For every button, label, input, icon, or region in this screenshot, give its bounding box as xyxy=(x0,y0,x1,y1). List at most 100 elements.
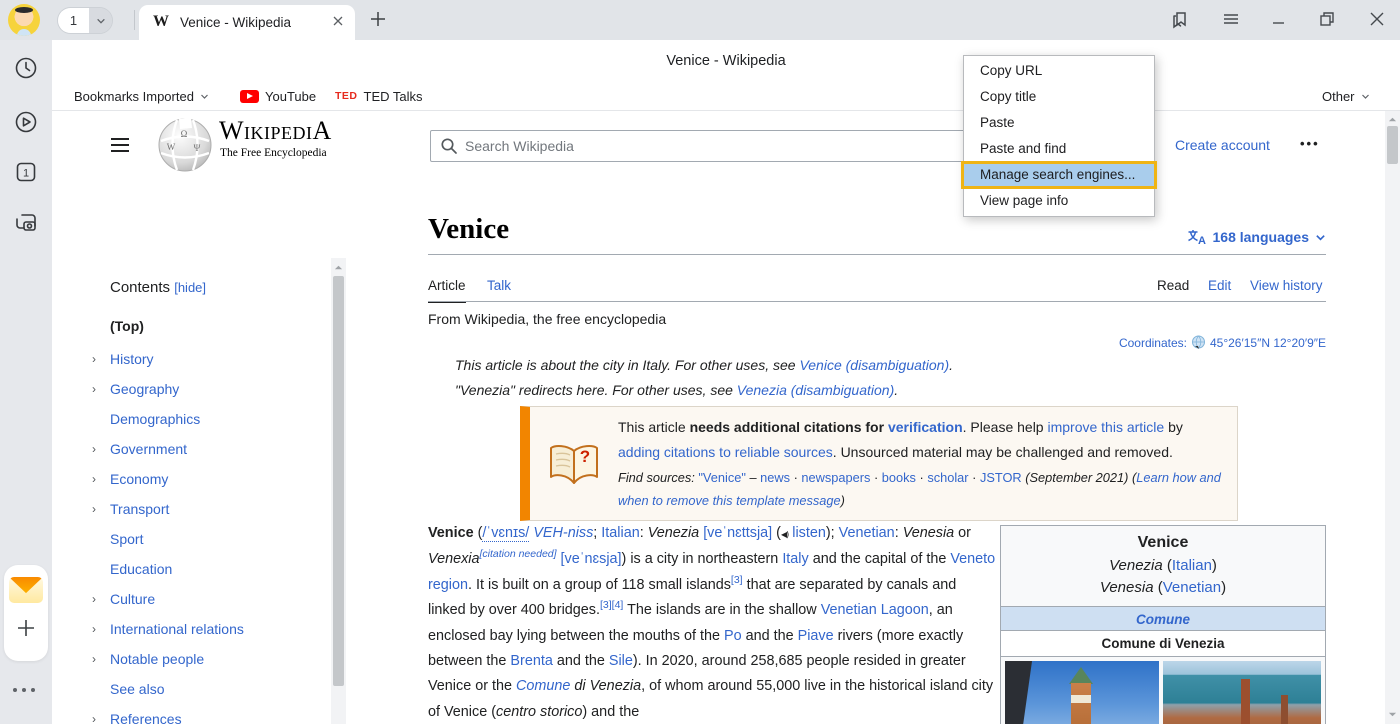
sidebar-more-icon[interactable] xyxy=(13,688,35,692)
link[interactable]: JSTOR xyxy=(980,470,1022,485)
link[interactable]: Italian xyxy=(1172,557,1212,574)
toc-item-transport[interactable]: ›Transport xyxy=(92,494,328,524)
toc-item-economy[interactable]: ›Economy xyxy=(92,464,328,494)
link[interactable]: /ˈvɛnɪs/ xyxy=(482,525,529,542)
bookmark-ted-talks[interactable]: TED TED Talks xyxy=(335,82,423,110)
link[interactable]: Comune xyxy=(516,678,570,694)
link[interactable]: newspapers xyxy=(801,470,870,485)
link[interactable]: books xyxy=(882,470,916,485)
menu-item-manage-search-engines[interactable]: Manage search engines... xyxy=(964,162,1154,188)
toc-item-sport[interactable]: Sport xyxy=(92,524,328,554)
wikipedia-wordmark[interactable]: WikipediA xyxy=(219,118,332,144)
languages-button[interactable]: A 168 languages xyxy=(1092,229,1326,245)
menu-item-paste[interactable]: Paste xyxy=(964,110,1154,136)
link[interactable]: Comune xyxy=(1136,612,1190,627)
chevron-right-icon[interactable]: › xyxy=(92,614,106,644)
link[interactable]: Piave xyxy=(798,628,834,644)
scroll-up-arrow[interactable] xyxy=(1388,115,1397,124)
toc-item-international-relations[interactable]: ›International relations xyxy=(92,614,328,644)
toc-item-culture[interactable]: ›Culture xyxy=(92,584,328,614)
scrollbar-thumb[interactable] xyxy=(1387,126,1398,164)
scroll-up-arrow[interactable] xyxy=(334,263,343,272)
tab-edit[interactable]: Edit xyxy=(1208,278,1231,293)
chevron-right-icon[interactable]: › xyxy=(92,644,106,674)
chevron-right-icon[interactable]: › xyxy=(92,584,106,614)
photo-campanile[interactable] xyxy=(1005,661,1159,724)
chevron-down-icon[interactable] xyxy=(89,8,112,33)
toc-hide-link[interactable]: [hide] xyxy=(174,280,206,295)
toc-item-education[interactable]: Education xyxy=(92,554,328,584)
toc-item-references[interactable]: ›References xyxy=(92,704,328,724)
link[interactable]: VEH-niss xyxy=(533,525,593,541)
link[interactable]: improve this article xyxy=(1047,419,1164,435)
link[interactable]: [veˈnɛttsja] xyxy=(703,525,772,541)
chevron-right-icon[interactable]: › xyxy=(92,464,106,494)
tab-read[interactable]: Read xyxy=(1157,278,1189,293)
link[interactable]: [veˈnɛsja] xyxy=(561,551,622,567)
history-clock-icon[interactable] xyxy=(13,55,39,81)
link[interactable]: Venetian Lagoon xyxy=(821,602,929,618)
link[interactable]: Venezia (disambiguation) xyxy=(737,382,894,398)
mail-app-icon[interactable] xyxy=(9,577,43,603)
collections-icon[interactable] xyxy=(1170,10,1190,30)
toc-item-see-also[interactable]: See also xyxy=(92,674,328,704)
create-account-link[interactable]: Create account xyxy=(1175,137,1270,153)
link[interactable]: [3] xyxy=(731,574,743,586)
toc-item-government[interactable]: ›Government xyxy=(92,434,328,464)
chevron-right-icon[interactable]: › xyxy=(92,344,106,374)
link[interactable]: [3][4] xyxy=(600,599,623,611)
bookmarks-folder[interactable]: Bookmarks Imported xyxy=(74,82,209,110)
scrollbar-thumb[interactable] xyxy=(333,276,344,686)
chevron-right-icon[interactable]: › xyxy=(92,704,106,724)
bookmarks-other-folder[interactable]: Other xyxy=(1322,82,1370,110)
tab-talk[interactable]: Talk xyxy=(487,278,511,293)
chevron-right-icon[interactable]: › xyxy=(92,494,106,524)
toc-item-history[interactable]: ›History xyxy=(92,344,328,374)
header-more-menu[interactable]: ••• xyxy=(1300,136,1320,151)
toc-item-notable-people[interactable]: ›Notable people xyxy=(92,644,328,674)
link[interactable]: verification xyxy=(888,419,963,435)
link[interactable]: Venetian xyxy=(839,525,895,541)
menu-icon[interactable] xyxy=(1222,10,1240,28)
profile-avatar[interactable] xyxy=(8,4,40,36)
menu-item-copy-url[interactable]: Copy URL xyxy=(964,58,1154,84)
browser-tab-active[interactable]: W Venice - Wikipedia xyxy=(139,5,355,40)
link[interactable]: Brenta xyxy=(510,653,552,669)
photo-lagoon-panorama[interactable] xyxy=(1163,661,1321,724)
link[interactable]: "Venice" xyxy=(698,470,746,485)
toc-scrollbar[interactable] xyxy=(331,258,346,724)
tab-article[interactable]: Article xyxy=(428,278,466,303)
player-icon[interactable] xyxy=(13,109,39,135)
tab-view-history[interactable]: View history xyxy=(1250,278,1323,293)
link[interactable]: Po xyxy=(724,628,742,644)
link[interactable]: [citation needed] xyxy=(479,549,556,561)
chevron-right-icon[interactable]: › xyxy=(92,374,106,404)
wiki-hamburger-icon[interactable] xyxy=(110,137,130,153)
scroll-down-arrow[interactable] xyxy=(1388,710,1397,719)
link[interactable]: Venetian xyxy=(1163,579,1221,596)
link[interactable]: news xyxy=(760,470,790,485)
screenshot-camera-icon[interactable] xyxy=(13,209,39,235)
menu-item-view-page-info[interactable]: View page info xyxy=(964,188,1154,214)
link[interactable]: scholar xyxy=(927,470,968,485)
link[interactable]: adding citations to reliable sources xyxy=(618,444,833,460)
link[interactable]: listen xyxy=(792,525,826,541)
link[interactable]: Sile xyxy=(609,653,633,669)
toc-item-top[interactable]: (Top) xyxy=(92,318,328,334)
toc-item-geography[interactable]: ›Geography xyxy=(92,374,328,404)
link[interactable]: Venice (disambiguation) xyxy=(799,357,949,373)
search-input[interactable] xyxy=(465,131,1005,161)
coordinates-label[interactable]: Coordinates: xyxy=(1119,336,1187,350)
link[interactable]: Italy xyxy=(782,551,808,567)
menu-item-paste-and-find[interactable]: Paste and find xyxy=(964,136,1154,162)
restore-icon[interactable] xyxy=(1318,10,1336,28)
main-scrollbar[interactable] xyxy=(1385,111,1400,724)
coordinates-value[interactable]: 45°26′15″N 12°20′9″E xyxy=(1210,336,1326,350)
tab-group-button[interactable]: 1 xyxy=(58,8,112,33)
tab-close-icon[interactable] xyxy=(332,15,344,27)
link[interactable]: Italian xyxy=(601,525,639,541)
minimize-icon[interactable] xyxy=(1270,10,1288,28)
chevron-right-icon[interactable]: › xyxy=(92,434,106,464)
tabs-counter-icon[interactable]: 1 xyxy=(13,159,39,185)
add-app-icon[interactable] xyxy=(15,617,37,639)
